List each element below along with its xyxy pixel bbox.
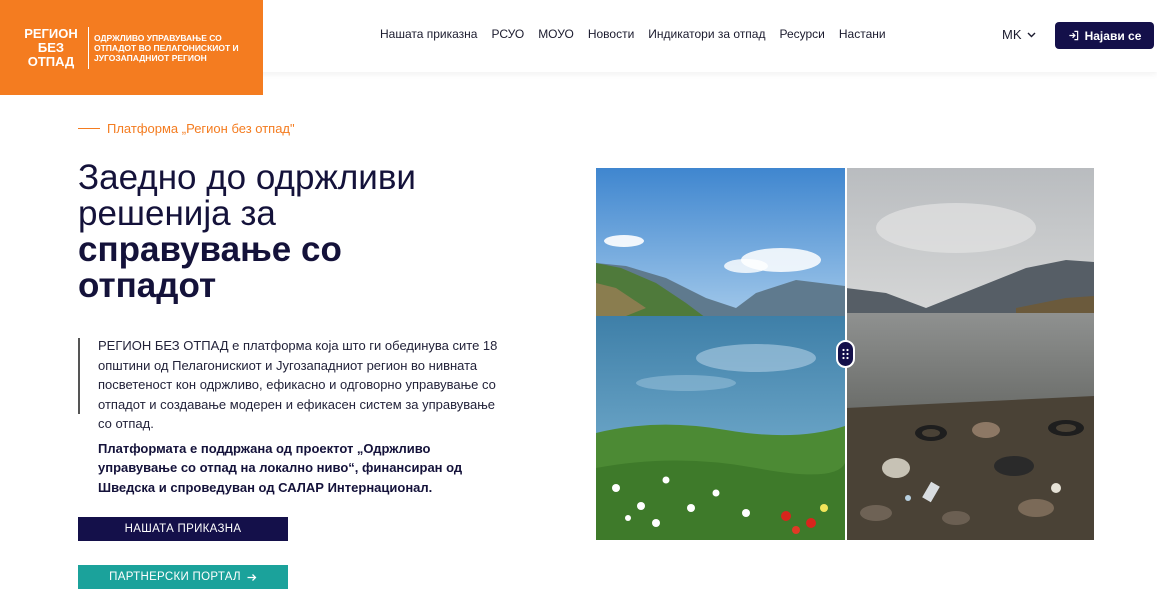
main-nav: Нашата приказна РСУО МОУО Новости Индика… xyxy=(380,27,900,41)
partner-portal-label: ПАРТНЕРСКИ ПОРТАЛ xyxy=(109,571,241,583)
clean-lake-scene xyxy=(596,168,845,540)
our-story-button[interactable]: НАШАТА ПРИКАЗНА xyxy=(78,517,288,541)
hero-title-line3: справување со xyxy=(78,230,342,269)
hero-description: РЕГИОН БЕЗ ОТПАД е платформа која што ги… xyxy=(78,336,508,497)
hero-title-line1: Заедно до одржливи xyxy=(78,158,416,197)
chevron-down-icon xyxy=(1027,32,1035,37)
logo-tagline: ОДРЖЛИВО УПРАВУВАЊЕ СО ОТПАДОТ ВО ПЕЛАГО… xyxy=(94,32,239,63)
nav-item-resources[interactable]: Ресурси xyxy=(779,27,824,41)
language-selector[interactable]: MK xyxy=(1002,27,1036,42)
comparison-slider-handle[interactable] xyxy=(836,340,855,368)
support-text: Платформата е поддржана од проектот „Одр… xyxy=(98,440,463,495)
site-logo[interactable]: РЕГИОН БЕЗ ОТПАД ОДРЖЛИВО УПРАВУВАЊЕ СО … xyxy=(0,0,263,95)
nav-item-news[interactable]: Новости xyxy=(588,27,634,41)
login-icon xyxy=(1068,30,1078,41)
nav-item-rsuo[interactable]: РСУО xyxy=(491,27,524,41)
logo-wordmark: РЕГИОН БЕЗ ОТПАД xyxy=(24,25,78,69)
language-label: MK xyxy=(1002,27,1022,42)
eyebrow-line xyxy=(78,128,100,129)
nav-item-our-story[interactable]: Нашата приказна xyxy=(380,27,477,41)
hero-title: Заедно до одржливи решенија за справувањ… xyxy=(78,160,518,304)
hero-title-line4: отпадот xyxy=(78,266,217,305)
logo-divider xyxy=(88,26,89,69)
description-text: РЕГИОН БЕЗ ОТПАД е платформа која што ги… xyxy=(98,338,498,431)
arrow-right-icon xyxy=(247,573,257,581)
nav-item-mouo[interactable]: МОУО xyxy=(538,27,574,41)
eyebrow-text: Платформа „Регион без отпад" xyxy=(107,121,295,136)
drag-handle-icon xyxy=(842,348,849,360)
hero-eyebrow: Платформа „Регион без отпад" xyxy=(78,121,295,136)
polluted-lake-scene xyxy=(846,168,1094,540)
partner-portal-button[interactable]: ПАРТНЕРСКИ ПОРТАЛ xyxy=(78,565,288,589)
login-label: Најави се xyxy=(1084,28,1142,43)
nav-item-events[interactable]: Настани xyxy=(839,27,886,41)
description-accent-bar xyxy=(78,338,80,414)
hero-title-line2: решенија за xyxy=(78,194,276,233)
nav-item-waste-indicators[interactable]: Индикатори за отпад xyxy=(648,27,765,41)
login-button[interactable]: Најави се xyxy=(1055,22,1154,49)
